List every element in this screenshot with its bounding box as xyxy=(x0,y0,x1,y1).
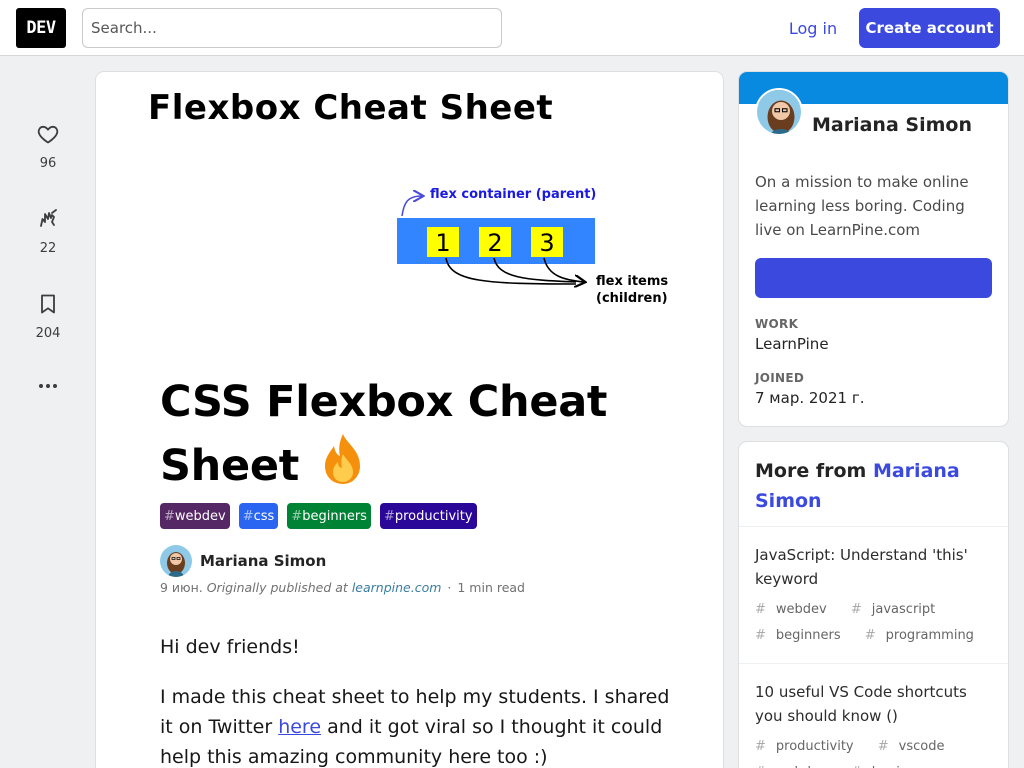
cover-title: Flexbox Cheat Sheet xyxy=(148,88,554,128)
reactions-sidebar: 96 22 204 xyxy=(20,122,76,398)
article-title: CSS Flexbox Cheat Sheet xyxy=(160,372,680,496)
tag-list: # webdev # css # beginners # productivity xyxy=(160,503,477,529)
flex-item-number: 3 xyxy=(539,229,554,257)
bookmark-count: 204 xyxy=(35,326,61,341)
twitter-link[interactable]: here xyxy=(278,716,321,738)
more-from-item[interactable]: JavaScript: Understand 'this' keyword # w… xyxy=(755,543,995,649)
fire-emoji-icon xyxy=(324,434,360,484)
flex-items-label: flex items xyxy=(596,274,668,289)
more-options-button[interactable] xyxy=(20,374,76,398)
article-meta: 9 июн. Originally published at learnpine… xyxy=(160,580,525,595)
flex-item-number: 1 xyxy=(435,229,450,257)
profile-bio: On a mission to make online learning les… xyxy=(755,173,969,239)
tag-beginners[interactable]: # beginners xyxy=(287,503,371,529)
flex-items-children-label: (children) xyxy=(596,291,668,306)
flex-diagram: flex container (parent) 1 2 3 flex items (… xyxy=(397,187,668,306)
author-profile-card: Mariana Simon On a mission to make onlin… xyxy=(739,72,1008,426)
profile-avatar[interactable] xyxy=(755,88,803,136)
tag-productivity[interactable]: # productivity xyxy=(379,503,477,529)
flex-container-label: flex container (parent) xyxy=(430,187,596,202)
work-label: WORK xyxy=(755,317,799,331)
more-from-item-tags: #productivity #vscode #webdev #beginners xyxy=(755,734,995,768)
cover-image: Flexbox Cheat Sheet flex container (pare… xyxy=(96,72,723,340)
ellipsis-icon xyxy=(39,384,57,388)
more-from-card: More from Mariana Simon JavaScript: Unde… xyxy=(739,442,1008,768)
tag-css[interactable]: # css xyxy=(238,503,279,529)
meta-separator: · xyxy=(447,580,452,595)
article-title-line1: CSS Flexbox Cheat xyxy=(160,377,608,427)
tag-webdev[interactable]: # webdev xyxy=(160,503,230,529)
create-account-button[interactable]: Create account xyxy=(859,8,1000,48)
joined-label: JOINED xyxy=(755,371,805,385)
login-link[interactable]: Log in xyxy=(776,8,850,48)
unicorn-reaction-button[interactable]: 22 xyxy=(20,207,76,292)
item-tag[interactable]: #webdev xyxy=(755,602,837,617)
item-tag[interactable]: # programming xyxy=(865,628,984,643)
work-value: LearnPine xyxy=(755,335,829,353)
read-time: 1 min read xyxy=(457,580,525,595)
item-tag[interactable]: # javascript xyxy=(851,602,945,617)
source-link[interactable]: learnpine.com xyxy=(352,580,442,595)
originally-published-text: Originally published at xyxy=(206,580,348,595)
unicorn-icon xyxy=(40,209,57,227)
more-from-item-tags: # webdev # javascript # beginners # programm… xyxy=(755,597,995,649)
author-row: Mariana Simon xyxy=(160,545,326,577)
item-tag[interactable]: #beginners xyxy=(755,628,851,643)
like-reaction-button[interactable]: 96 xyxy=(20,122,76,207)
bookmark-icon xyxy=(41,294,55,314)
article-card: Flexbox Cheat Sheet flex container (pare… xyxy=(96,72,723,768)
flex-item-number: 2 xyxy=(487,229,502,257)
article-body: Hi dev friends! I made this cheat sheet … xyxy=(160,632,670,768)
dev-logo[interactable]: DEV xyxy=(16,8,66,48)
more-from-item[interactable]: 10 useful VS Code shortcuts you should k… xyxy=(755,680,995,768)
top-navbar: DEV Log in Create account xyxy=(0,0,1024,56)
heart-icon xyxy=(37,125,59,144)
item-tag[interactable]: # productivity xyxy=(755,739,864,754)
profile-name[interactable]: Mariana Simon xyxy=(812,114,972,136)
more-from-item-title[interactable]: JavaScript: Understand 'this' keyword xyxy=(755,543,995,591)
divider xyxy=(739,663,1008,664)
like-count: 96 xyxy=(39,156,57,171)
follow-button[interactable] xyxy=(755,258,992,298)
joined-value: 7 мар. 2021 г. xyxy=(755,389,865,407)
more-from-heading: More from Mariana Simon xyxy=(755,460,960,512)
paragraph-greeting: Hi dev friends! xyxy=(160,636,300,658)
divider xyxy=(739,526,1008,527)
author-name[interactable]: Mariana Simon xyxy=(200,552,326,570)
paragraph-intro: I made this cheat sheet to help my stude… xyxy=(160,686,670,768)
more-from-item-title[interactable]: 10 useful VS Code shortcuts you should k… xyxy=(755,680,995,728)
author-avatar[interactable] xyxy=(160,545,192,577)
unicorn-count: 22 xyxy=(39,241,57,256)
publish-date: 9 июн. xyxy=(160,580,203,595)
item-tag[interactable]: # vscode xyxy=(878,739,955,754)
article-title-line2: Sheet xyxy=(160,441,299,491)
search-input[interactable] xyxy=(82,8,502,48)
bookmark-reaction-button[interactable]: 204 xyxy=(20,292,76,377)
